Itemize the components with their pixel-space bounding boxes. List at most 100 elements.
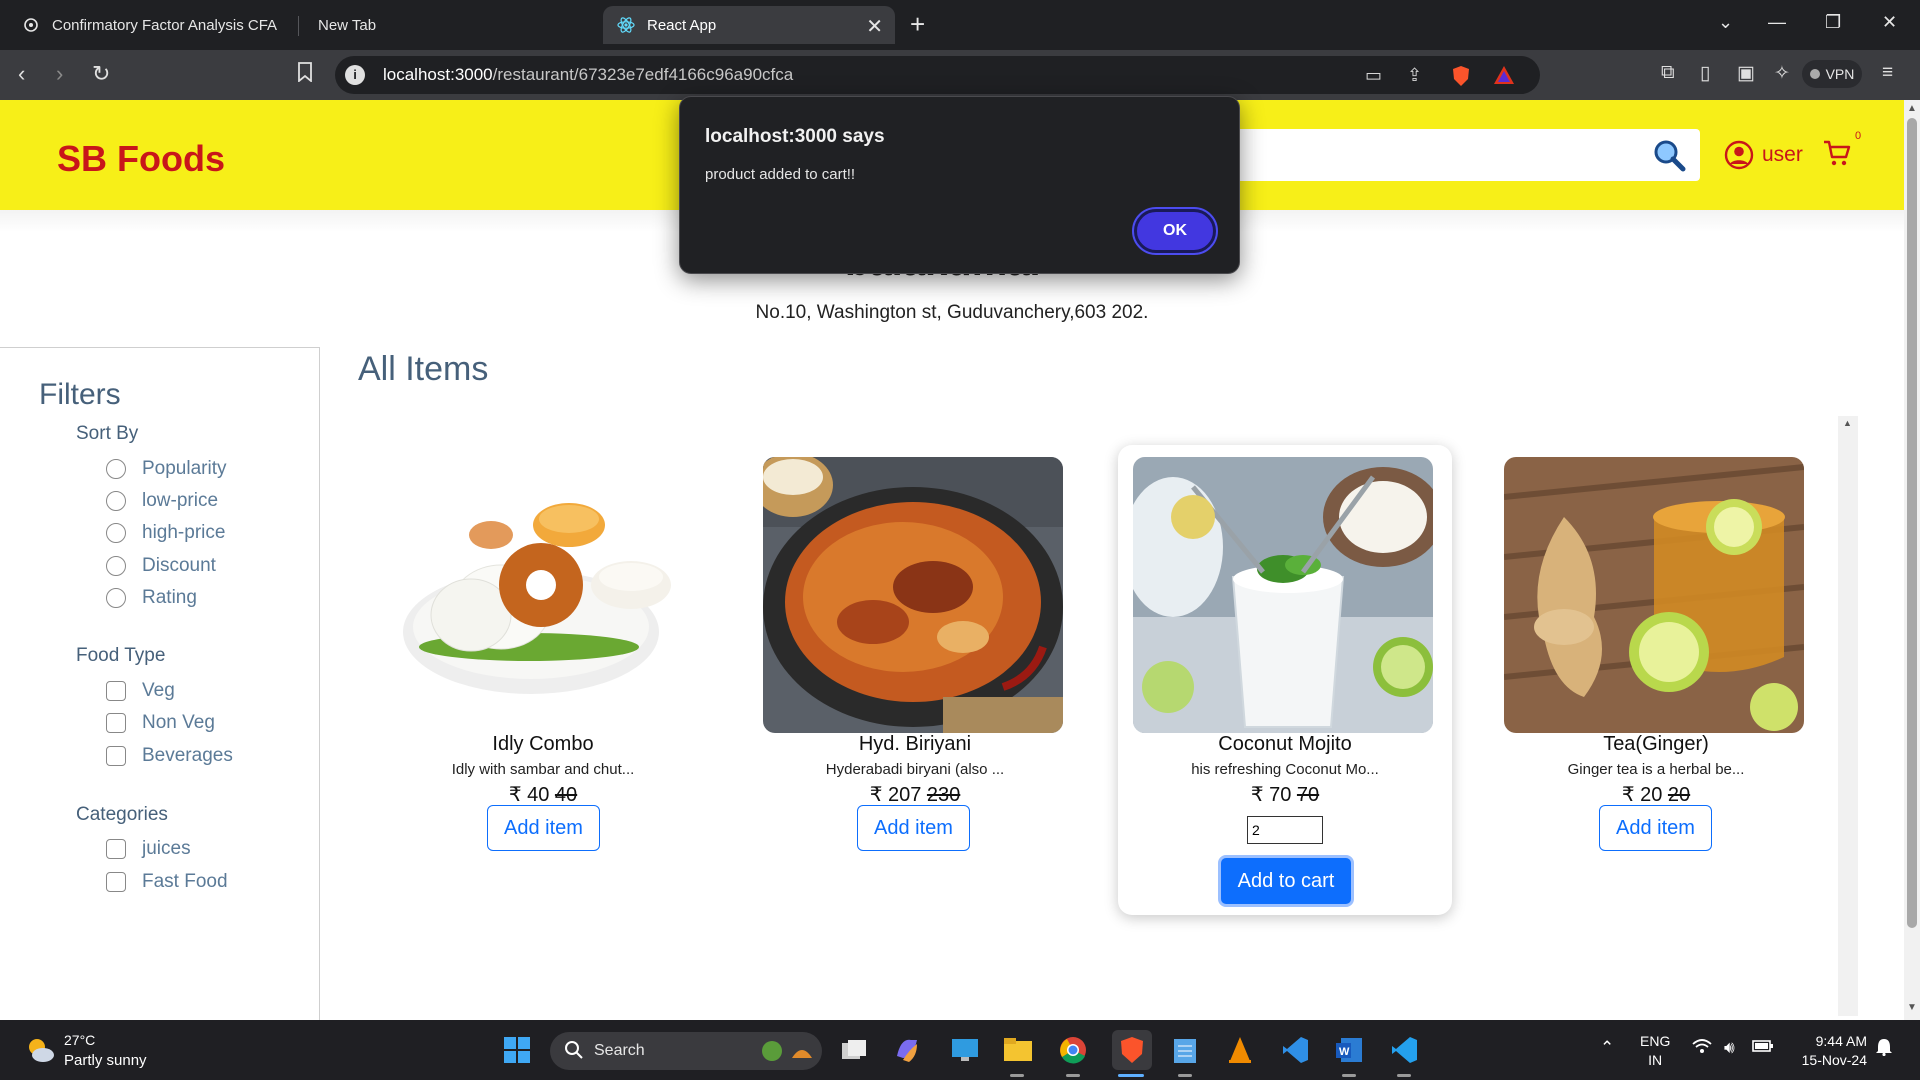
category-juices[interactable]: juices: [106, 838, 191, 860]
page-scrollbar[interactable]: ▲ ▼: [1904, 100, 1920, 1020]
add-item-button[interactable]: Add item: [487, 805, 600, 851]
user-menu[interactable]: user: [1724, 140, 1803, 170]
minimize-icon[interactable]: —: [1768, 12, 1786, 33]
items-scrollbar[interactable]: ▲: [1838, 416, 1858, 1016]
menu-icon[interactable]: ≡: [1882, 62, 1893, 84]
checkbox[interactable]: [106, 746, 126, 766]
new-tab-button[interactable]: +: [910, 10, 925, 38]
search-input[interactable]: [1230, 129, 1700, 181]
add-to-cart-button[interactable]: Add to cart: [1218, 855, 1354, 907]
weather-description[interactable]: Partly sunny: [64, 1052, 147, 1069]
vlc-icon[interactable]: [1224, 1034, 1256, 1066]
radio-button[interactable]: [106, 459, 126, 479]
forward-icon[interactable]: ›: [56, 62, 63, 86]
close-tab-icon[interactable]: ✕: [866, 14, 883, 39]
brave-browser-icon[interactable]: [1112, 1030, 1152, 1070]
task-view-icon[interactable]: [838, 1034, 870, 1066]
checkbox[interactable]: [106, 681, 126, 701]
tab-search-icon[interactable]: ⌄: [1718, 12, 1733, 33]
file-explorer-icon[interactable]: [1002, 1034, 1034, 1066]
checkbox[interactable]: [106, 872, 126, 892]
radio-button[interactable]: [106, 556, 126, 576]
react-icon: [617, 16, 635, 34]
option-label: Discount: [142, 555, 216, 576]
vpn-button[interactable]: VPN: [1802, 60, 1862, 88]
search-icon[interactable]: [1652, 138, 1686, 177]
radio-button[interactable]: [106, 523, 126, 543]
reload-icon[interactable]: ↻: [92, 62, 110, 86]
site-logo[interactable]: SB Foods: [57, 138, 225, 180]
site-info-icon[interactable]: i: [345, 65, 365, 85]
show-hidden-icons-chevron-icon[interactable]: ⌃: [1600, 1038, 1614, 1058]
sort-option-high-price[interactable]: high-price: [106, 522, 225, 544]
sort-option-low-price[interactable]: low-price: [106, 490, 218, 512]
scrollbar-thumb[interactable]: [1907, 118, 1917, 928]
cart-icon[interactable]: [1822, 138, 1852, 173]
vscode-insiders-icon[interactable]: [1388, 1034, 1420, 1066]
dialog-ok-button[interactable]: OK: [1132, 207, 1218, 255]
share-icon[interactable]: ⇪: [1407, 65, 1422, 86]
scroll-down-arrow-icon[interactable]: ▼: [1907, 1002, 1917, 1013]
add-item-button[interactable]: Add item: [857, 805, 970, 851]
close-window-icon[interactable]: ✕: [1882, 12, 1897, 33]
option-label: juices: [142, 838, 191, 859]
taskbar-search[interactable]: Search: [550, 1032, 822, 1070]
wallet-icon[interactable]: ▣: [1737, 62, 1755, 85]
word-icon[interactable]: W: [1333, 1034, 1365, 1066]
tab-cfa[interactable]: Confirmatory Factor Analysis CFA: [8, 6, 298, 44]
extensions-icon[interactable]: ⧉: [1661, 62, 1675, 84]
leo-ai-icon[interactable]: ✧: [1774, 62, 1790, 85]
checkbox[interactable]: [106, 713, 126, 733]
tab-new-tab[interactable]: New Tab: [304, 6, 594, 44]
sort-option-popularity[interactable]: Popularity: [106, 458, 227, 480]
radio-button[interactable]: [106, 491, 126, 511]
category-fast-food[interactable]: Fast Food: [106, 871, 228, 893]
browser-toolbar: ‹ › ↻ i localhost:3000/restaurant/67323e…: [0, 50, 1920, 100]
vscode-icon[interactable]: [1279, 1034, 1311, 1066]
original-price: 40: [554, 784, 578, 806]
tab-react-app[interactable]: React App ✕: [603, 6, 895, 44]
running-indicator: [1397, 1074, 1411, 1077]
restore-icon[interactable]: ❐: [1825, 12, 1841, 33]
back-icon[interactable]: ‹: [18, 62, 25, 86]
bookmark-icon[interactable]: [297, 62, 313, 88]
weather-icon[interactable]: [24, 1034, 56, 1071]
quantity-input[interactable]: [1247, 816, 1323, 844]
brave-shield-icon[interactable]: [1451, 65, 1471, 92]
add-item-button[interactable]: Add item: [1599, 805, 1712, 851]
windows-start-icon[interactable]: [501, 1034, 533, 1066]
running-indicator: [1066, 1074, 1080, 1077]
alert-dialog: localhost:3000 says product added to car…: [679, 96, 1240, 274]
user-icon: [1724, 140, 1754, 170]
desktop-icon[interactable]: [949, 1034, 981, 1066]
checkbox[interactable]: [106, 839, 126, 859]
food-type-non-veg[interactable]: Non Veg: [106, 712, 215, 734]
option-label: Beverages: [142, 745, 233, 766]
clock[interactable]: 9:44 AM 15-Nov-24: [1793, 1032, 1867, 1070]
wifi-icon[interactable]: [1692, 1038, 1712, 1059]
sort-option-rating[interactable]: Rating: [106, 587, 197, 609]
url-text[interactable]: localhost:3000/restaurant/67323e7edf4166…: [383, 65, 793, 85]
scroll-up-arrow-icon[interactable]: ▲: [1843, 418, 1852, 428]
item-card-hyd-biriyani: Hyd. Biriyani Hyderabadi biryani (also .…: [748, 445, 1082, 915]
original-price: 230: [926, 784, 961, 806]
food-type-beverages[interactable]: Beverages: [106, 745, 233, 767]
openai-icon: [22, 16, 40, 34]
cast-icon[interactable]: ▭: [1365, 65, 1382, 86]
sidebar-icon[interactable]: ▯: [1700, 62, 1710, 85]
scroll-up-arrow-icon[interactable]: ▲: [1907, 103, 1917, 114]
notification-bell-icon[interactable]: [1876, 1038, 1892, 1061]
item-image-coconut-mojito: [1133, 457, 1433, 733]
address-bar[interactable]: i localhost:3000/restaurant/67323e7edf41…: [335, 56, 1540, 94]
brave-rewards-icon[interactable]: [1493, 65, 1515, 90]
notepad-icon[interactable]: [1169, 1034, 1201, 1066]
sort-option-discount[interactable]: Discount: [106, 555, 216, 577]
radio-button[interactable]: [106, 588, 126, 608]
weather-temperature[interactable]: 27°C: [64, 1032, 95, 1048]
copilot-icon[interactable]: [891, 1034, 923, 1066]
food-type-veg[interactable]: Veg: [106, 680, 175, 702]
language-indicator[interactable]: ENG IN: [1640, 1032, 1670, 1070]
battery-icon[interactable]: [1752, 1038, 1774, 1058]
chrome-icon[interactable]: [1057, 1034, 1089, 1066]
volume-icon[interactable]: 🔊︎: [1724, 1038, 1735, 1058]
